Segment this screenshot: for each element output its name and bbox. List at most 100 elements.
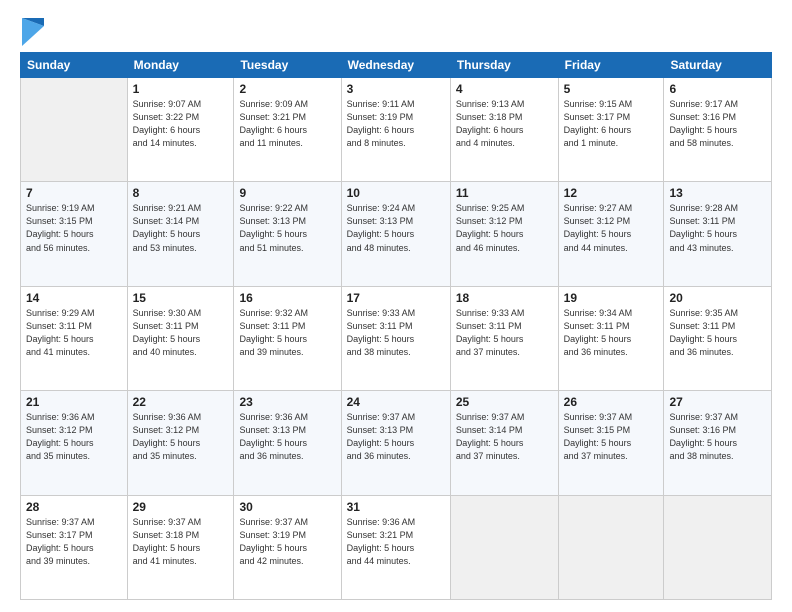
day-number: 25 <box>456 395 553 409</box>
header-sunday: Sunday <box>21 53 128 78</box>
header-thursday: Thursday <box>450 53 558 78</box>
calendar-cell: 25 Sunrise: 9:37 AM Sunset: 3:14 PM Dayli… <box>450 391 558 495</box>
calendar-cell: 10 Sunrise: 9:24 AM Sunset: 3:13 PM Dayli… <box>341 182 450 286</box>
calendar-cell: 26 Sunrise: 9:37 AM Sunset: 3:15 PM Dayli… <box>558 391 664 495</box>
day-info: Sunrise: 9:36 AM Sunset: 3:12 PM Dayligh… <box>26 411 122 463</box>
day-number: 13 <box>669 186 766 200</box>
day-info: Sunrise: 9:36 AM Sunset: 3:13 PM Dayligh… <box>239 411 335 463</box>
header-tuesday: Tuesday <box>234 53 341 78</box>
day-number: 17 <box>347 291 445 305</box>
calendar-cell: 14Sunrise: 9:29 AM Sunset: 3:11 PM Dayli… <box>21 286 128 390</box>
calendar-week-2: 14Sunrise: 9:29 AM Sunset: 3:11 PM Dayli… <box>21 286 772 390</box>
calendar-header-row: SundayMondayTuesdayWednesdayThursdayFrid… <box>21 53 772 78</box>
day-number: 4 <box>456 82 553 96</box>
day-info: Sunrise: 9:36 AM Sunset: 3:21 PM Dayligh… <box>347 516 445 568</box>
calendar-cell: 1Sunrise: 9:07 AM Sunset: 3:22 PM Daylig… <box>127 78 234 182</box>
day-info: Sunrise: 9:19 AM Sunset: 3:15 PM Dayligh… <box>26 202 122 254</box>
calendar-cell: 15 Sunrise: 9:30 AM Sunset: 3:11 PM Dayli… <box>127 286 234 390</box>
calendar-week-3: 21Sunrise: 9:36 AM Sunset: 3:12 PM Dayli… <box>21 391 772 495</box>
day-number: 19 <box>564 291 659 305</box>
day-number: 6 <box>669 82 766 96</box>
day-info: Sunrise: 9:37 AM Sunset: 3:16 PM Dayligh… <box>669 411 766 463</box>
calendar-cell: 30 Sunrise: 9:37 AM Sunset: 3:19 PM Dayli… <box>234 495 341 599</box>
calendar-cell: 5Sunrise: 9:15 AM Sunset: 3:17 PM Daylig… <box>558 78 664 182</box>
day-info: Sunrise: 9:32 AM Sunset: 3:11 PM Dayligh… <box>239 307 335 359</box>
day-number: 30 <box>239 500 335 514</box>
day-info: Sunrise: 9:24 AM Sunset: 3:13 PM Dayligh… <box>347 202 445 254</box>
calendar-cell: 29 Sunrise: 9:37 AM Sunset: 3:18 PM Dayli… <box>127 495 234 599</box>
calendar-cell: 27 Sunrise: 9:37 AM Sunset: 3:16 PM Dayli… <box>664 391 772 495</box>
day-info: Sunrise: 9:25 AM Sunset: 3:12 PM Dayligh… <box>456 202 553 254</box>
day-info: Sunrise: 9:37 AM Sunset: 3:18 PM Dayligh… <box>133 516 229 568</box>
calendar-cell: 17 Sunrise: 9:33 AM Sunset: 3:11 PM Dayli… <box>341 286 450 390</box>
header <box>20 18 772 42</box>
header-saturday: Saturday <box>664 53 772 78</box>
day-info: Sunrise: 9:28 AM Sunset: 3:11 PM Dayligh… <box>669 202 766 254</box>
day-info: Sunrise: 9:37 AM Sunset: 3:14 PM Dayligh… <box>456 411 553 463</box>
calendar-cell: 20Sunrise: 9:35 AM Sunset: 3:11 PM Dayli… <box>664 286 772 390</box>
calendar-cell <box>450 495 558 599</box>
calendar-cell: 16 Sunrise: 9:32 AM Sunset: 3:11 PM Dayli… <box>234 286 341 390</box>
day-number: 1 <box>133 82 229 96</box>
day-number: 2 <box>239 82 335 96</box>
day-info: Sunrise: 9:37 AM Sunset: 3:19 PM Dayligh… <box>239 516 335 568</box>
header-friday: Friday <box>558 53 664 78</box>
calendar-table: SundayMondayTuesdayWednesdayThursdayFrid… <box>20 52 772 600</box>
day-number: 31 <box>347 500 445 514</box>
calendar-week-4: 28 Sunrise: 9:37 AM Sunset: 3:17 PM Dayli… <box>21 495 772 599</box>
header-wednesday: Wednesday <box>341 53 450 78</box>
day-info: Sunrise: 9:30 AM Sunset: 3:11 PM Dayligh… <box>133 307 229 359</box>
day-number: 26 <box>564 395 659 409</box>
day-info: Sunrise: 9:17 AM Sunset: 3:16 PM Dayligh… <box>669 98 766 150</box>
day-number: 11 <box>456 186 553 200</box>
day-info: Sunrise: 9:34 AM Sunset: 3:11 PM Dayligh… <box>564 307 659 359</box>
day-info: Sunrise: 9:37 AM Sunset: 3:15 PM Dayligh… <box>564 411 659 463</box>
calendar-cell <box>558 495 664 599</box>
day-number: 5 <box>564 82 659 96</box>
day-info: Sunrise: 9:13 AM Sunset: 3:18 PM Dayligh… <box>456 98 553 150</box>
day-number: 18 <box>456 291 553 305</box>
day-info: Sunrise: 9:11 AM Sunset: 3:19 PM Dayligh… <box>347 98 445 150</box>
day-number: 9 <box>239 186 335 200</box>
calendar-cell: 7Sunrise: 9:19 AM Sunset: 3:15 PM Daylig… <box>21 182 128 286</box>
day-info: Sunrise: 9:21 AM Sunset: 3:14 PM Dayligh… <box>133 202 229 254</box>
day-info: Sunrise: 9:33 AM Sunset: 3:11 PM Dayligh… <box>347 307 445 359</box>
day-number: 8 <box>133 186 229 200</box>
calendar-cell: 11 Sunrise: 9:25 AM Sunset: 3:12 PM Dayli… <box>450 182 558 286</box>
calendar-cell: 21Sunrise: 9:36 AM Sunset: 3:12 PM Dayli… <box>21 391 128 495</box>
day-number: 24 <box>347 395 445 409</box>
calendar-cell: 4 Sunrise: 9:13 AM Sunset: 3:18 PM Daylig… <box>450 78 558 182</box>
calendar-cell: 31 Sunrise: 9:36 AM Sunset: 3:21 PM Dayli… <box>341 495 450 599</box>
calendar-week-0: 1Sunrise: 9:07 AM Sunset: 3:22 PM Daylig… <box>21 78 772 182</box>
day-info: Sunrise: 9:22 AM Sunset: 3:13 PM Dayligh… <box>239 202 335 254</box>
day-info: Sunrise: 9:37 AM Sunset: 3:17 PM Dayligh… <box>26 516 122 568</box>
calendar-cell: 28 Sunrise: 9:37 AM Sunset: 3:17 PM Dayli… <box>21 495 128 599</box>
day-number: 28 <box>26 500 122 514</box>
day-info: Sunrise: 9:33 AM Sunset: 3:11 PM Dayligh… <box>456 307 553 359</box>
day-number: 10 <box>347 186 445 200</box>
day-number: 27 <box>669 395 766 409</box>
calendar-cell: 9 Sunrise: 9:22 AM Sunset: 3:13 PM Daylig… <box>234 182 341 286</box>
calendar-cell: 19 Sunrise: 9:34 AM Sunset: 3:11 PM Dayli… <box>558 286 664 390</box>
calendar-cell: 22Sunrise: 9:36 AM Sunset: 3:12 PM Dayli… <box>127 391 234 495</box>
day-number: 23 <box>239 395 335 409</box>
calendar-cell: 18 Sunrise: 9:33 AM Sunset: 3:11 PM Dayli… <box>450 286 558 390</box>
calendar-cell: 24Sunrise: 9:37 AM Sunset: 3:13 PM Dayli… <box>341 391 450 495</box>
day-number: 15 <box>133 291 229 305</box>
day-info: Sunrise: 9:27 AM Sunset: 3:12 PM Dayligh… <box>564 202 659 254</box>
header-monday: Monday <box>127 53 234 78</box>
calendar-cell <box>21 78 128 182</box>
day-number: 29 <box>133 500 229 514</box>
calendar-cell: 8 Sunrise: 9:21 AM Sunset: 3:14 PM Daylig… <box>127 182 234 286</box>
calendar-cell <box>664 495 772 599</box>
calendar-week-1: 7Sunrise: 9:19 AM Sunset: 3:15 PM Daylig… <box>21 182 772 286</box>
day-number: 16 <box>239 291 335 305</box>
calendar-cell: 12 Sunrise: 9:27 AM Sunset: 3:12 PM Dayli… <box>558 182 664 286</box>
logo-icon <box>22 18 44 46</box>
day-info: Sunrise: 9:35 AM Sunset: 3:11 PM Dayligh… <box>669 307 766 359</box>
day-info: Sunrise: 9:09 AM Sunset: 3:21 PM Dayligh… <box>239 98 335 150</box>
page: SundayMondayTuesdayWednesdayThursdayFrid… <box>0 0 792 612</box>
calendar-cell: 23 Sunrise: 9:36 AM Sunset: 3:13 PM Dayli… <box>234 391 341 495</box>
day-number: 14 <box>26 291 122 305</box>
day-number: 12 <box>564 186 659 200</box>
